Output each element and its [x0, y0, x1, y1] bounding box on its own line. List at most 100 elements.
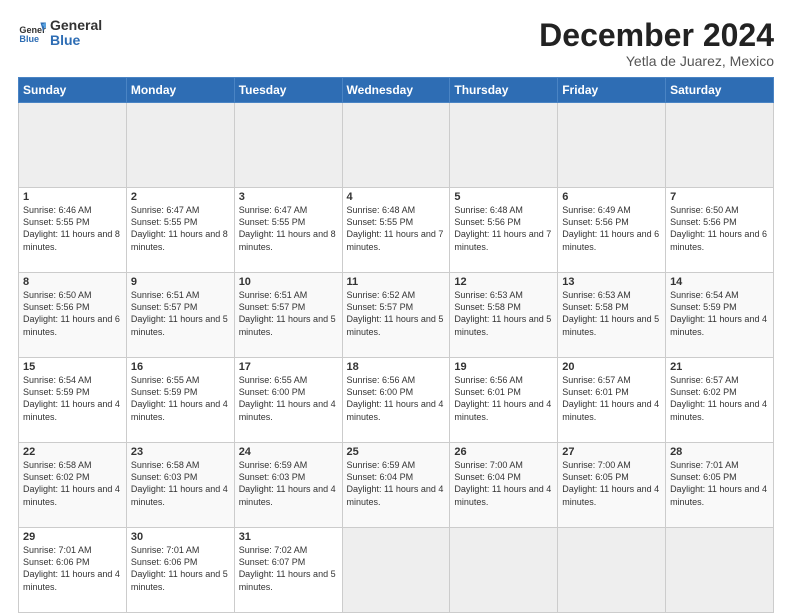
calendar-cell — [558, 103, 666, 188]
calendar-cell: 2Sunrise: 6:47 AMSunset: 5:55 PMDaylight… — [126, 188, 234, 273]
day-number: 12 — [454, 276, 553, 288]
calendar-cell: 27Sunrise: 7:00 AMSunset: 6:05 PMDayligh… — [558, 443, 666, 528]
calendar-cell: 17Sunrise: 6:55 AMSunset: 6:00 PMDayligh… — [234, 358, 342, 443]
day-info: Sunrise: 6:49 AMSunset: 5:56 PMDaylight:… — [562, 204, 661, 253]
day-info: Sunrise: 6:58 AMSunset: 6:02 PMDaylight:… — [23, 459, 122, 508]
calendar-cell: 5Sunrise: 6:48 AMSunset: 5:56 PMDaylight… — [450, 188, 558, 273]
calendar-body: 1Sunrise: 6:46 AMSunset: 5:55 PMDaylight… — [19, 103, 774, 613]
location: Yetla de Juarez, Mexico — [539, 53, 774, 69]
day-info: Sunrise: 7:01 AMSunset: 6:06 PMDaylight:… — [131, 544, 230, 593]
day-number: 10 — [239, 276, 338, 288]
day-number: 27 — [562, 446, 661, 458]
day-info: Sunrise: 6:57 AMSunset: 6:02 PMDaylight:… — [670, 374, 769, 423]
day-number: 26 — [454, 446, 553, 458]
day-info: Sunrise: 6:47 AMSunset: 5:55 PMDaylight:… — [131, 204, 230, 253]
day-number: 13 — [562, 276, 661, 288]
day-info: Sunrise: 6:55 AMSunset: 6:00 PMDaylight:… — [239, 374, 338, 423]
day-info: Sunrise: 6:58 AMSunset: 6:03 PMDaylight:… — [131, 459, 230, 508]
logo-icon: General Blue — [18, 19, 46, 47]
calendar-week-1: 1Sunrise: 6:46 AMSunset: 5:55 PMDaylight… — [19, 188, 774, 273]
day-number: 3 — [239, 191, 338, 203]
col-thursday: Thursday — [450, 78, 558, 103]
day-number: 11 — [347, 276, 446, 288]
calendar-cell: 16Sunrise: 6:55 AMSunset: 5:59 PMDayligh… — [126, 358, 234, 443]
col-tuesday: Tuesday — [234, 78, 342, 103]
calendar-cell — [234, 103, 342, 188]
calendar-cell: 4Sunrise: 6:48 AMSunset: 5:55 PMDaylight… — [342, 188, 450, 273]
day-info: Sunrise: 6:56 AMSunset: 6:01 PMDaylight:… — [454, 374, 553, 423]
day-info: Sunrise: 7:02 AMSunset: 6:07 PMDaylight:… — [239, 544, 338, 593]
day-info: Sunrise: 7:01 AMSunset: 6:06 PMDaylight:… — [23, 544, 122, 593]
title-block: December 2024 Yetla de Juarez, Mexico — [539, 18, 774, 69]
day-info: Sunrise: 6:59 AMSunset: 6:03 PMDaylight:… — [239, 459, 338, 508]
day-number: 31 — [239, 531, 338, 543]
day-info: Sunrise: 6:55 AMSunset: 5:59 PMDaylight:… — [131, 374, 230, 423]
calendar-cell: 28Sunrise: 7:01 AMSunset: 6:05 PMDayligh… — [666, 443, 774, 528]
calendar-cell: 23Sunrise: 6:58 AMSunset: 6:03 PMDayligh… — [126, 443, 234, 528]
day-info: Sunrise: 6:52 AMSunset: 5:57 PMDaylight:… — [347, 289, 446, 338]
day-number: 14 — [670, 276, 769, 288]
day-number: 7 — [670, 191, 769, 203]
calendar-cell: 9Sunrise: 6:51 AMSunset: 5:57 PMDaylight… — [126, 273, 234, 358]
day-info: Sunrise: 6:53 AMSunset: 5:58 PMDaylight:… — [454, 289, 553, 338]
calendar-cell — [666, 528, 774, 613]
logo-text: General Blue — [50, 18, 102, 49]
header-row: Sunday Monday Tuesday Wednesday Thursday… — [19, 78, 774, 103]
logo: General Blue General Blue — [18, 18, 102, 49]
day-number: 28 — [670, 446, 769, 458]
day-info: Sunrise: 6:57 AMSunset: 6:01 PMDaylight:… — [562, 374, 661, 423]
calendar-cell: 22Sunrise: 6:58 AMSunset: 6:02 PMDayligh… — [19, 443, 127, 528]
day-number: 6 — [562, 191, 661, 203]
day-info: Sunrise: 6:50 AMSunset: 5:56 PMDaylight:… — [23, 289, 122, 338]
calendar-cell — [19, 103, 127, 188]
day-info: Sunrise: 6:54 AMSunset: 5:59 PMDaylight:… — [670, 289, 769, 338]
day-info: Sunrise: 7:00 AMSunset: 6:05 PMDaylight:… — [562, 459, 661, 508]
calendar-cell: 30Sunrise: 7:01 AMSunset: 6:06 PMDayligh… — [126, 528, 234, 613]
day-number: 22 — [23, 446, 122, 458]
calendar-cell: 19Sunrise: 6:56 AMSunset: 6:01 PMDayligh… — [450, 358, 558, 443]
day-info: Sunrise: 6:50 AMSunset: 5:56 PMDaylight:… — [670, 204, 769, 253]
calendar-cell — [126, 103, 234, 188]
day-info: Sunrise: 6:53 AMSunset: 5:58 PMDaylight:… — [562, 289, 661, 338]
calendar-week-4: 22Sunrise: 6:58 AMSunset: 6:02 PMDayligh… — [19, 443, 774, 528]
calendar-cell — [342, 528, 450, 613]
day-number: 24 — [239, 446, 338, 458]
day-number: 1 — [23, 191, 122, 203]
day-number: 20 — [562, 361, 661, 373]
day-number: 30 — [131, 531, 230, 543]
calendar-cell: 15Sunrise: 6:54 AMSunset: 5:59 PMDayligh… — [19, 358, 127, 443]
col-sunday: Sunday — [19, 78, 127, 103]
calendar-cell: 14Sunrise: 6:54 AMSunset: 5:59 PMDayligh… — [666, 273, 774, 358]
calendar-cell: 25Sunrise: 6:59 AMSunset: 6:04 PMDayligh… — [342, 443, 450, 528]
day-info: Sunrise: 6:47 AMSunset: 5:55 PMDaylight:… — [239, 204, 338, 253]
day-info: Sunrise: 6:56 AMSunset: 6:00 PMDaylight:… — [347, 374, 446, 423]
calendar-cell — [558, 528, 666, 613]
day-info: Sunrise: 6:51 AMSunset: 5:57 PMDaylight:… — [131, 289, 230, 338]
month-title: December 2024 — [539, 18, 774, 53]
col-wednesday: Wednesday — [342, 78, 450, 103]
calendar-week-2: 8Sunrise: 6:50 AMSunset: 5:56 PMDaylight… — [19, 273, 774, 358]
calendar-cell: 26Sunrise: 7:00 AMSunset: 6:04 PMDayligh… — [450, 443, 558, 528]
calendar-cell: 21Sunrise: 6:57 AMSunset: 6:02 PMDayligh… — [666, 358, 774, 443]
day-number: 17 — [239, 361, 338, 373]
calendar-cell: 7Sunrise: 6:50 AMSunset: 5:56 PMDaylight… — [666, 188, 774, 273]
day-number: 19 — [454, 361, 553, 373]
calendar-cell: 8Sunrise: 6:50 AMSunset: 5:56 PMDaylight… — [19, 273, 127, 358]
day-number: 9 — [131, 276, 230, 288]
calendar-table: Sunday Monday Tuesday Wednesday Thursday… — [18, 77, 774, 613]
day-number: 8 — [23, 276, 122, 288]
calendar-week-3: 15Sunrise: 6:54 AMSunset: 5:59 PMDayligh… — [19, 358, 774, 443]
calendar-cell: 29Sunrise: 7:01 AMSunset: 6:06 PMDayligh… — [19, 528, 127, 613]
page-header: General Blue General Blue December 2024 … — [18, 18, 774, 69]
calendar-cell: 3Sunrise: 6:47 AMSunset: 5:55 PMDaylight… — [234, 188, 342, 273]
calendar-cell — [450, 528, 558, 613]
calendar-week-0 — [19, 103, 774, 188]
calendar-cell — [666, 103, 774, 188]
calendar-cell: 13Sunrise: 6:53 AMSunset: 5:58 PMDayligh… — [558, 273, 666, 358]
calendar-cell: 6Sunrise: 6:49 AMSunset: 5:56 PMDaylight… — [558, 188, 666, 273]
col-friday: Friday — [558, 78, 666, 103]
day-number: 5 — [454, 191, 553, 203]
logo-general: General — [50, 18, 102, 33]
calendar-cell: 11Sunrise: 6:52 AMSunset: 5:57 PMDayligh… — [342, 273, 450, 358]
calendar-cell — [450, 103, 558, 188]
